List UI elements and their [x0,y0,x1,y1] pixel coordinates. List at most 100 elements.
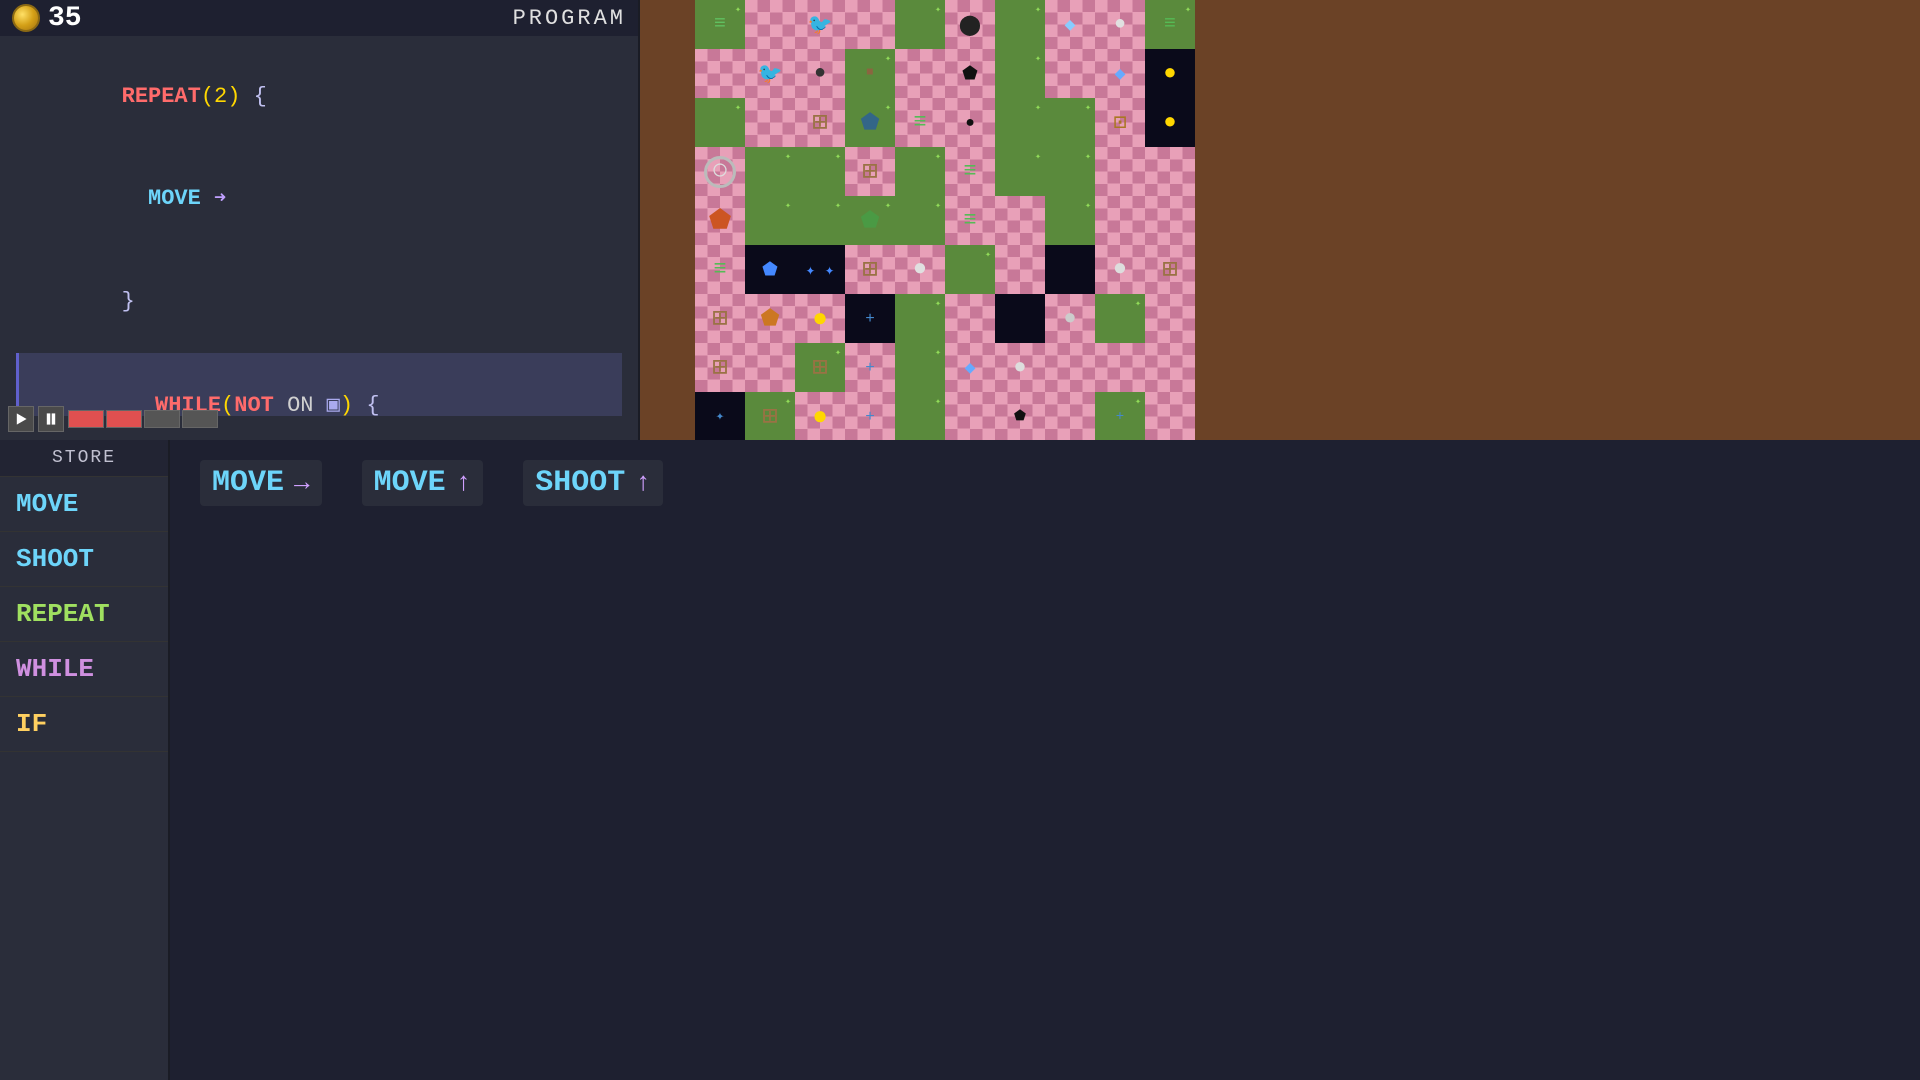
cell-r5c2 [745,196,795,245]
cell-r5c9 [1095,196,1145,245]
cell-r3c8 [1045,98,1095,147]
cell-r7c2: ⬟ [745,294,795,343]
cell-r8c1: ⊞ [695,343,745,392]
cell-r1c7 [995,0,1045,49]
cmd-shoot-up-arrow: ↑ [635,468,651,498]
dirt-border-right [1865,0,1920,440]
cell-r7c3: ● [795,294,845,343]
cell-r8c3: ⊞ [795,343,845,392]
cell-r3c6: ● [945,98,995,147]
cmd-move-right-arrow: → [294,468,310,498]
progress-segment-2 [106,410,142,428]
cell-r1c2 [745,0,795,49]
progress-segment-1 [68,410,104,428]
store-item-while[interactable]: WHILE [0,642,168,697]
program-title: PROGRAM [513,6,626,31]
cell-r4c9 [1095,147,1145,196]
store-item-repeat[interactable]: REPEAT [0,587,168,642]
progress-segment-3 [144,410,180,428]
coin-icon [12,4,40,32]
command-chip-move-right[interactable]: MOVE → [200,460,322,506]
cell-r2c5 [895,49,945,98]
cell-r5c1: ⬟ [695,196,745,245]
cell-r4c7 [995,147,1045,196]
cell-r5c6: ≡ [945,196,995,245]
cell-r6c3: ✦ ✦ [795,245,845,294]
cell-r4c1: ○ [695,147,745,196]
pause-button[interactable] [38,406,64,432]
cell-r7c10 [1145,294,1195,343]
cell-r7c5 [895,294,945,343]
cell-r7c9 [1095,294,1145,343]
store-item-if[interactable]: IF [0,697,168,752]
dirt-border-left [640,0,695,440]
progress-segment-4 [182,410,218,428]
cell-r5c4: ⬟ [845,196,895,245]
store-item-move[interactable]: MOVE [0,477,168,532]
commands-area: MOVE → MOVE ↑ SHOOT ↑ [170,440,1920,1080]
cell-r8c5 [895,343,945,392]
command-chip-move-up[interactable]: MOVE ↑ [362,460,484,506]
cell-r4c8 [1045,147,1095,196]
cell-r6c7 [995,245,1045,294]
cell-r2c2: 🐦 [745,49,795,98]
code-line-repeat[interactable]: REPEAT(2) { [16,46,622,148]
cell-r2c3: ● [795,49,845,98]
cell-r9c10 [1145,392,1195,440]
cmd-move-right-label: MOVE [212,466,284,500]
cmd-shoot-up-label: SHOOT [535,466,625,500]
cmd-move-up-label: MOVE [374,466,446,500]
cell-r4c3 [795,147,845,196]
cell-r6c8 [1045,245,1095,294]
command-chip-shoot-up[interactable]: SHOOT ↑ [523,460,663,506]
progress-bar [68,410,218,428]
cell-r2c7 [995,49,1045,98]
cell-r1c9: ● [1095,0,1145,49]
cell-r2c8 [1045,49,1095,98]
coin-count: 35 [48,3,82,34]
bottom-section: STORE MOVE SHOOT REPEAT WHILE IF MOVE → … [0,440,1920,1080]
cell-r6c1: ≡ [695,245,745,294]
cell-r2c10: ● [1145,49,1195,98]
cell-r9c5 [895,392,945,440]
cell-r8c9 [1095,343,1145,392]
game-map: ≡ 🐦 ⬤ ◆ ● ≡ 🐦 [640,0,1920,440]
cell-r8c6: ◆ [945,343,995,392]
store-panel: STORE MOVE SHOOT REPEAT WHILE IF [0,440,170,1080]
code-line-close1: } [16,251,622,353]
cell-r8c10 [1145,343,1195,392]
cell-r9c2: ⊞ [745,392,795,440]
cell-r5c7 [995,196,1045,245]
cell-r2c6: ⬟ [945,49,995,98]
cell-r9c1: ✦ [695,392,745,440]
cell-r1c6: ⬤ [945,0,995,49]
cell-r7c8: ● [1045,294,1095,343]
cell-r1c4 [845,0,895,49]
cell-r3c1 [695,98,745,147]
cell-r3c5: ≡ [895,98,945,147]
play-button[interactable] [8,406,34,432]
cell-r9c4: + [845,392,895,440]
cell-r7c1: ⊞ [695,294,745,343]
cell-r2c4: ▪ [845,49,895,98]
cell-r6c9: ● [1095,245,1145,294]
cell-r8c4: + [845,343,895,392]
cell-r6c4: ⊞ [845,245,895,294]
code-header: 35 PROGRAM [0,0,638,36]
cmd-move-up-arrow: ↑ [456,468,472,498]
cell-r4c10 [1145,147,1195,196]
code-panel: 35 PROGRAM REPEAT(2) { MOVE ➜ } WHILE(NO… [0,0,640,440]
coin-display: 35 [12,3,82,34]
cell-r1c10: ≡ [1145,0,1195,49]
cell-r3c7 [995,98,1045,147]
code-line-move-right[interactable]: MOVE ➜ [16,148,622,251]
cell-r9c8 [1045,392,1095,440]
cell-r9c6 [945,392,995,440]
store-item-shoot[interactable]: SHOOT [0,532,168,587]
cell-r1c3: 🐦 [795,0,845,49]
cell-r5c3 [795,196,845,245]
cell-r2c1 [695,49,745,98]
cell-r3c9: ⊡ [1095,98,1145,147]
cell-r7c7 [995,294,1045,343]
cell-r4c6: ≡ [945,147,995,196]
